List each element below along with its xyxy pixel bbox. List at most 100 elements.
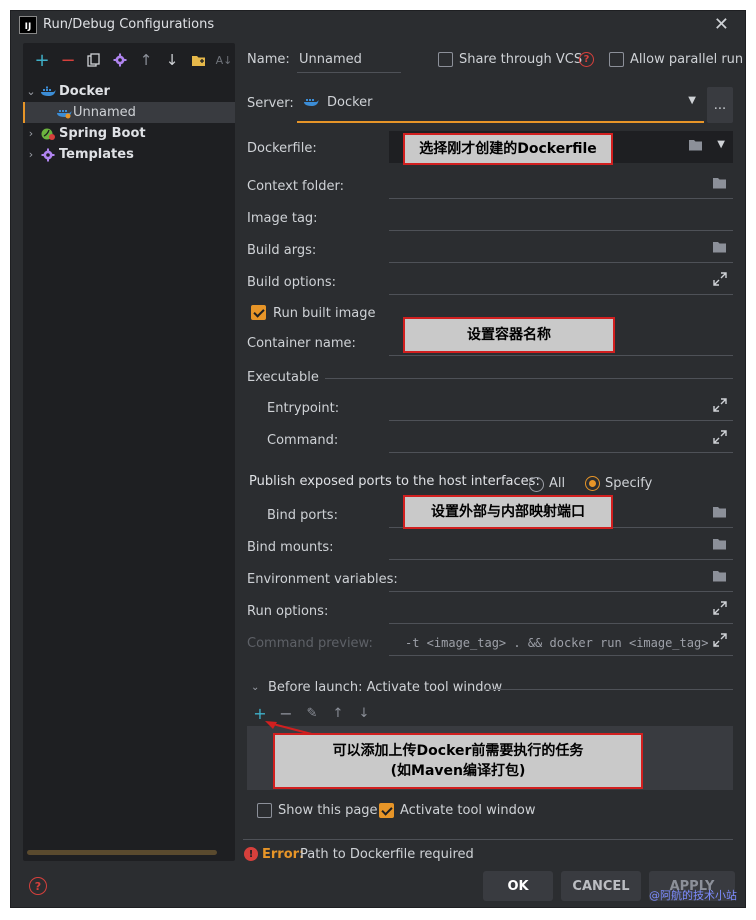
chevron-right-icon[interactable]: › [23, 127, 39, 140]
name-label: Name: [247, 52, 290, 67]
bind-ports-label: Bind ports: [267, 508, 338, 523]
build-args-field[interactable] [389, 235, 733, 263]
publish-ports-label: Publish exposed ports to the host interf… [249, 474, 540, 489]
tree-item-spring-boot[interactable]: › Spring Boot [23, 123, 235, 144]
tree-item-label: Docker [59, 84, 110, 99]
config-tree: ⌄ Docker Unnamed › Spring Boot › Templat… [23, 81, 235, 165]
wrench-gear-icon [39, 148, 57, 162]
entrypoint-field[interactable] [389, 393, 733, 421]
docker-icon [303, 96, 319, 112]
expand-icon[interactable] [713, 601, 727, 615]
sort-alpha-icon[interactable]: A↓ [211, 49, 237, 71]
close-icon[interactable]: ✕ [714, 14, 729, 35]
server-value: Docker [327, 95, 373, 110]
run-options-label: Run options: [247, 604, 329, 619]
settings-icon[interactable] [107, 49, 133, 71]
error-icon: ! [244, 847, 258, 861]
section-divider [325, 378, 733, 379]
help-icon[interactable]: ? [579, 52, 594, 67]
executable-section-label: Executable [247, 370, 319, 385]
radio-specify-label: Specify [605, 476, 653, 491]
entrypoint-label: Entrypoint: [267, 401, 340, 416]
command-preview-value: -t <image_tag> . && docker run <image_ta… [405, 636, 709, 650]
chevron-down-icon[interactable]: ⌄ [251, 682, 259, 693]
bind-mounts-field[interactable] [389, 532, 733, 560]
activate-tool-window-checkbox[interactable] [379, 803, 394, 818]
annotation-ports: 设置外部与内部映射端口 [403, 495, 613, 529]
horizontal-scrollbar[interactable] [27, 850, 217, 855]
allow-parallel-checkbox[interactable] [609, 52, 624, 67]
tree-toolbar: + − ↑ ↓ A↓ [29, 49, 237, 71]
cancel-button[interactable]: CANCEL [561, 871, 641, 901]
allow-parallel-label: Allow parallel run [630, 52, 744, 67]
build-args-label: Build args: [247, 243, 317, 258]
dropdown-arrow-icon[interactable]: ▼ [717, 139, 725, 150]
command-field[interactable] [389, 425, 733, 453]
move-down-icon[interactable]: ↓ [355, 706, 373, 721]
config-tree-panel: + − ↑ ↓ A↓ ⌄ Docker Unnamed › Spring Boo… [23, 43, 235, 861]
watermark: @阿航的技术小站 [649, 889, 737, 902]
build-options-field[interactable] [389, 267, 733, 295]
env-vars-field[interactable] [389, 564, 733, 592]
tree-item-unnamed[interactable]: Unnamed [23, 102, 235, 123]
radio-all-label: All [549, 476, 566, 491]
folder-icon[interactable] [712, 538, 727, 554]
activate-tool-window-label: Activate tool window [400, 803, 536, 818]
command-preview-field: -t <image_tag> . && docker run <image_ta… [389, 628, 733, 656]
run-options-field[interactable] [389, 596, 733, 624]
error-label: Error: [262, 847, 305, 862]
title-bar: IJ Run/Debug Configurations ✕ [11, 11, 745, 39]
radio-all[interactable] [529, 477, 544, 492]
image-tag-field[interactable] [389, 203, 733, 231]
run-debug-dialog: IJ Run/Debug Configurations ✕ + − ↑ ↓ A↓… [10, 10, 746, 908]
command-preview-label: Command preview: [247, 636, 373, 651]
expand-icon[interactable] [713, 633, 727, 647]
annotation-before-launch: 可以添加上传Docker前需要执行的任务 (如Maven编译打包) [273, 733, 643, 789]
new-folder-icon[interactable] [185, 49, 211, 71]
docker-icon [39, 86, 57, 98]
folder-icon[interactable] [712, 241, 727, 257]
add-icon[interactable]: + [29, 49, 55, 71]
chevron-right-icon[interactable]: › [23, 148, 39, 161]
before-launch-label: Before launch: Activate tool window [268, 680, 503, 695]
expand-icon[interactable] [713, 272, 727, 286]
dropdown-arrow-icon[interactable]: ▼ [688, 95, 696, 106]
name-field[interactable]: Unnamed [297, 45, 401, 73]
radio-specify[interactable] [585, 476, 600, 491]
ok-button[interactable]: OK [483, 871, 553, 901]
folder-icon[interactable] [688, 139, 703, 155]
spring-boot-icon [39, 127, 57, 141]
remove-icon[interactable]: − [55, 49, 81, 71]
dockerfile-label: Dockerfile: [247, 141, 317, 156]
name-value: Unnamed [299, 52, 362, 67]
bind-mounts-label: Bind mounts: [247, 540, 334, 555]
tree-item-label: Unnamed [73, 105, 136, 120]
context-folder-label: Context folder: [247, 179, 344, 194]
expand-icon[interactable] [713, 398, 727, 412]
copy-icon[interactable] [81, 49, 107, 71]
folder-icon[interactable] [712, 177, 727, 193]
section-divider [485, 689, 733, 690]
error-message: Path to Dockerfile required [300, 847, 474, 862]
folder-icon[interactable] [712, 506, 727, 522]
folder-icon[interactable] [712, 570, 727, 586]
chevron-down-icon[interactable]: ⌄ [23, 85, 39, 98]
move-up-icon[interactable]: ↑ [133, 49, 159, 71]
move-down-icon[interactable]: ↓ [159, 49, 185, 71]
run-built-image-checkbox[interactable] [251, 305, 266, 320]
annotation-dockerfile: 选择刚才创建的Dockerfile [403, 133, 613, 165]
server-select[interactable]: Docker ▼ [297, 83, 704, 123]
expand-icon[interactable] [713, 430, 727, 444]
help-icon[interactable]: ? [29, 877, 47, 895]
image-tag-label: Image tag: [247, 211, 318, 226]
share-vcs-checkbox[interactable] [438, 52, 453, 67]
run-built-image-label: Run built image [273, 306, 376, 321]
docker-icon [55, 107, 73, 119]
tree-item-docker[interactable]: ⌄ Docker [23, 81, 235, 102]
show-this-page-label: Show this page [278, 803, 378, 818]
context-folder-field[interactable] [389, 171, 733, 199]
intellij-app-icon: IJ [19, 16, 37, 34]
server-more-button[interactable]: ... [707, 87, 733, 123]
tree-item-templates[interactable]: › Templates [23, 144, 235, 165]
show-this-page-checkbox[interactable] [257, 803, 272, 818]
